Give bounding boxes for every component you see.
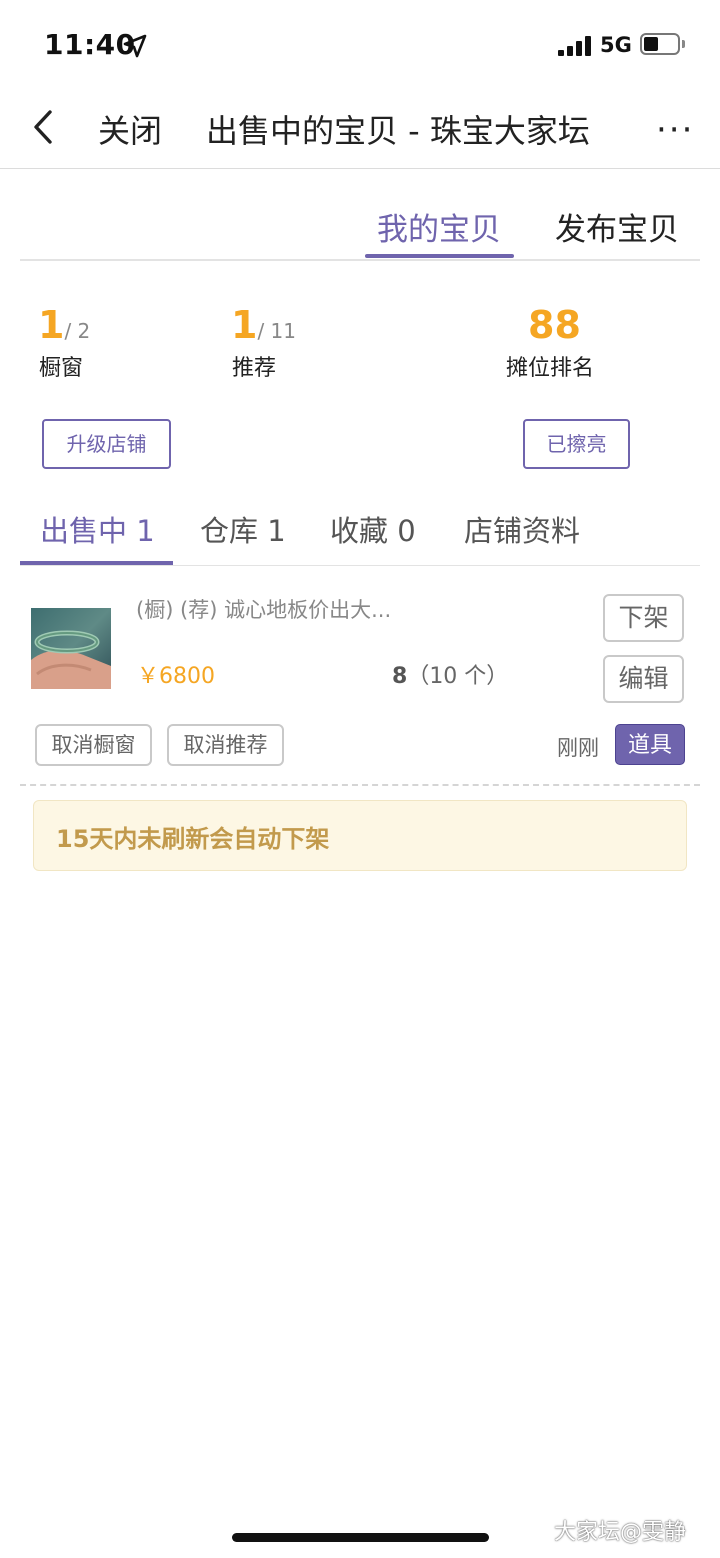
item-view-extra: （10 个） [407,664,509,689]
header-divider [0,168,720,169]
tab-favorites[interactable]: 收藏 0 [330,508,416,550]
tab-on-sale[interactable]: 出售中 1 [40,508,155,550]
watermark: 大家坛@雯静 [554,1520,687,1545]
active-tab-indicator [365,254,514,258]
delist-button[interactable]: 下架 [603,594,684,642]
rank-value: 88 [528,303,581,347]
cellular-signal-icon [558,36,592,56]
item-price: ￥6800 [137,664,215,689]
location-arrow-icon [123,34,147,58]
recommend-total: / 11 [257,319,296,343]
item-views: 8（10 个） [392,658,508,690]
item-divider [20,784,700,786]
tab-publish-item[interactable]: 发布宝贝 [555,204,679,249]
subtabs-divider [20,565,700,566]
network-type: 5G [600,33,632,57]
tab-warehouse[interactable]: 仓库 1 [200,508,286,550]
cancel-recommend-button[interactable]: 取消推荐 [167,724,284,766]
tab-store-info[interactable]: 店铺资料 [464,508,580,550]
recommend-label: 推荐 [232,356,277,381]
notice-text: 15天内未刷新会自动下架 [56,825,330,853]
tabs-divider [20,259,700,261]
window-total: / 2 [64,319,91,343]
tools-button[interactable]: 道具 [615,724,685,765]
upgrade-store-button[interactable]: 升级店铺 [42,419,171,469]
rank-label: 摊位排名 [506,356,595,381]
item-thumbnail[interactable] [31,608,111,689]
updated-time: 刚刚 [557,736,599,760]
edit-button[interactable]: 编辑 [603,655,684,703]
item-title[interactable]: (橱) (荐) 诚心地板价出大... [136,594,391,624]
back-arrow-icon[interactable] [30,108,60,148]
window-stat: 1/ 2 [38,303,90,347]
recommend-count: 1 [231,303,258,347]
window-count: 1 [38,303,65,347]
close-button[interactable]: 关闭 [98,106,162,152]
item-view-count: 8 [392,664,408,689]
tab-my-items[interactable]: 我的宝贝 [377,204,501,249]
recommend-stat: 1/ 11 [231,303,296,347]
window-label: 橱窗 [39,356,84,381]
auto-delist-notice: 15天内未刷新会自动下架 [33,800,687,871]
more-menu-icon[interactable]: ··· [656,110,694,150]
battery-tip [682,40,685,48]
page-title: 出售中的宝贝 - 珠宝大家坛 [206,112,590,150]
battery-icon [640,33,680,55]
polished-button[interactable]: 已擦亮 [523,419,630,469]
cancel-window-button[interactable]: 取消橱窗 [35,724,152,766]
home-indicator[interactable] [232,1533,489,1542]
